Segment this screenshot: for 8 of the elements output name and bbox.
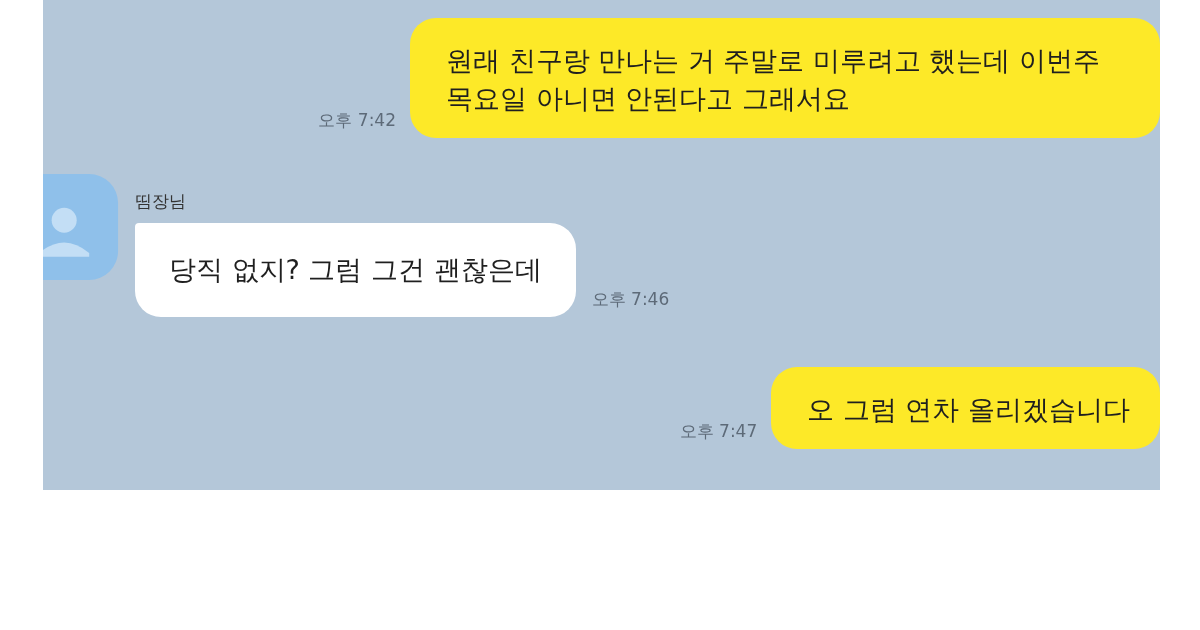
message-bubble: 오 그럼 연차 올리겠습니다	[771, 367, 1160, 449]
message-bubble: 원래 친구랑 만나는 거 주말로 미루려고 했는데 이번주 목요일 아니면 안된다고 그래서요	[410, 18, 1160, 138]
sender-name: 띰장님	[135, 190, 187, 213]
message-time: 오후 7:46	[591, 288, 670, 311]
message-time: 오후 7:42	[318, 109, 396, 132]
message-time: 오후 7:47	[679, 420, 758, 443]
avatar-icon	[43, 172, 120, 282]
message-bubble: 당직 없지? 그럼 그건 괜찮은데	[135, 223, 576, 317]
